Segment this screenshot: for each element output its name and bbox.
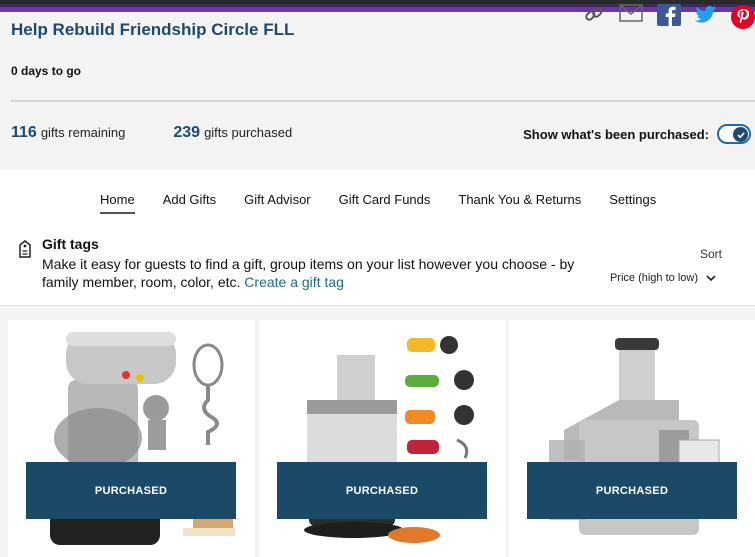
show-purchased-toggle[interactable] [717,124,751,144]
show-purchased-control: Show what's been purchased: [523,124,751,144]
page-title: Help Rebuild Friendship Circle FLL [11,20,295,39]
tab-gift-card-funds[interactable]: Gift Card Funds [339,192,431,214]
gift-tags-description: Make it easy for guests to find a gift, … [42,255,602,291]
share-bar [583,4,755,30]
juicer-image [549,338,720,535]
gifts-remaining: 116 gifts remaining [11,124,126,141]
food-processor-image [304,336,474,543]
tab-home[interactable]: Home [100,192,135,214]
header-divider [11,100,755,102]
twitter-icon[interactable] [695,4,717,24]
product-card[interactable]: PURCHASED [8,320,255,557]
stand-mixer-image [50,332,235,545]
show-purchased-label: Show what's been purchased: [523,126,709,142]
product-card[interactable]: PURCHASED [259,320,506,557]
gifts-purchased: 239 gifts purchased [173,124,293,141]
registry-nav-area: Home Add Gifts Gift Advisor Gift Card Fu… [0,170,755,305]
create-gift-tag-link[interactable]: Create a gift tag [244,274,344,290]
sort-dropdown[interactable]: Price (high to low) [593,265,733,291]
tab-thank-you-returns[interactable]: Thank You & Returns [458,192,581,214]
check-icon [733,127,748,142]
mail-icon[interactable] [619,4,643,22]
link-icon[interactable] [583,4,605,26]
sort-label: Sort [700,247,723,261]
registry-header: Help Rebuild Friendship Circle FLL 0 day… [0,4,755,170]
gift-tags-title: Gift tags [42,236,99,252]
pinterest-icon[interactable] [731,4,755,30]
gift-grid: PURCHASED PURCHASED PURCHASED [0,306,755,557]
gift-stats: 116 gifts remaining 239 gifts purchased [11,124,292,142]
chevron-down-icon [706,272,716,284]
facebook-icon[interactable] [657,4,681,27]
registry-tabs: Home Add Gifts Gift Advisor Gift Card Fu… [100,192,656,214]
tab-gift-advisor[interactable]: Gift Advisor [244,192,310,214]
purchased-badge: PURCHASED [26,462,236,519]
sort-selected-value: Price (high to low) [609,272,699,284]
tab-add-gifts[interactable]: Add Gifts [163,192,216,214]
gift-tag-icon [18,240,32,258]
purchased-badge: PURCHASED [277,462,487,519]
countdown: 0 days to go [11,64,82,78]
tab-settings[interactable]: Settings [609,192,656,214]
product-card[interactable]: PURCHASED [509,320,755,557]
purchased-badge: PURCHASED [527,462,737,519]
